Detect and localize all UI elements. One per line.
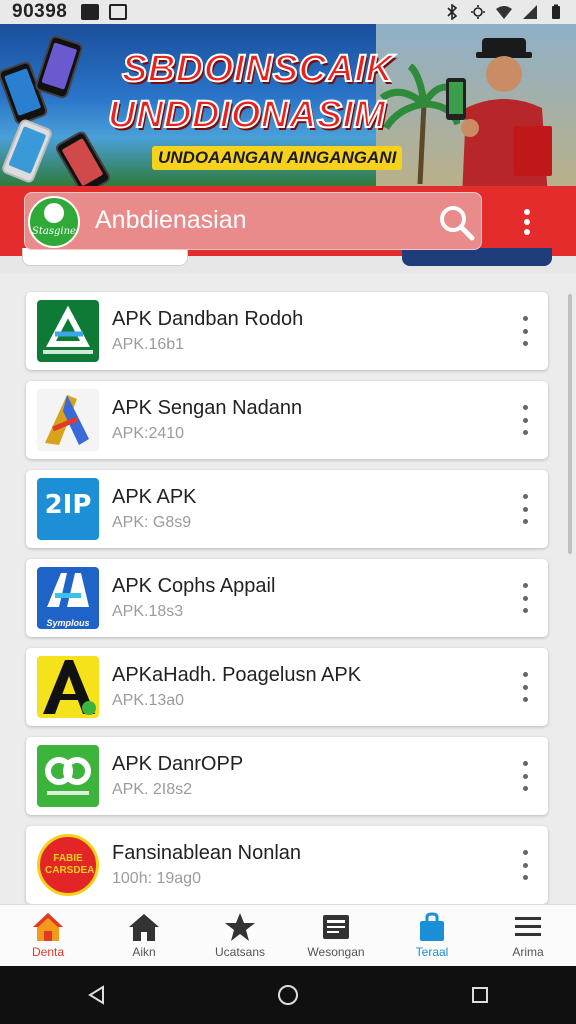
news-icon [323,915,349,939]
list-item[interactable]: APK Dandban Rodoh APK.16b1 [26,292,548,370]
status-bar: 90398 [0,0,576,24]
app-icon-label: Symplous [46,618,90,628]
app-version: APK:2410 [112,425,185,442]
app-version: APK.18s3 [112,603,184,620]
back-button[interactable] [76,975,116,1015]
more-vertical-icon[interactable] [520,850,530,880]
home-icon [33,913,63,941]
salesman-image [446,38,552,186]
image-notification-icon [109,4,128,20]
nav-item-wesongan[interactable]: Wesongan [288,905,384,966]
more-vertical-icon[interactable] [520,672,530,702]
recents-button[interactable] [460,975,500,1015]
nav-label: Ucatsans [214,945,266,959]
app-title: APK Sengan Nadann [112,397,303,419]
home-circle-icon [278,985,298,1005]
app-title: APK Dandban Rodoh [112,308,304,330]
app-icon: Symplous [37,567,99,629]
bottom-navigation: Denta Aikn Ucatsans Wesongan Teraal Arim… [0,904,576,966]
nav-item-denta[interactable]: Denta [0,905,96,966]
bluetooth-icon [447,4,458,20]
app-version: APK: G8s9 [112,514,192,531]
app-icon: 2IP [37,478,99,540]
app-title: Fansinablean Nonlan [112,842,302,864]
app-icon-label: FABIE CARSDEA [45,853,95,876]
list-item[interactable]: APKaHadh. Poagelusn APK APK.13a0 [26,648,548,726]
more-vertical-icon[interactable] [520,316,530,346]
vibrate-icon [471,5,485,19]
nav-label: Arima [512,945,544,959]
system-navigation-bar [0,966,576,1024]
notification-icon [81,4,100,20]
banner-title-line2: UNDDIONASIM [107,93,386,137]
status-time: 90398 [12,1,68,22]
list-item[interactable]: APK Sengan Nadann APK:2410 [26,381,548,459]
app-icon-glyph [47,573,89,607]
more-vertical-icon[interactable] [514,200,540,244]
app-icon [37,389,99,451]
list-item[interactable]: APK DanrOPP APK. 2I8s2 [26,737,548,815]
search-input[interactable]: Anbdienasian [95,206,247,235]
search-bar[interactable] [24,192,482,250]
list-item[interactable]: Symplous APK Cophs Appail APK.18s3 [26,559,548,637]
app-title: APKaHadh. Poagelusn APK [112,664,362,686]
nav-label: Aikn [132,945,156,959]
tab-left[interactable] [22,248,188,266]
app-title: APK APK [112,486,197,508]
more-vertical-icon[interactable] [520,405,530,435]
menu-icon [515,917,541,936]
app-list: APK Dandban Rodoh APK.16b1 APK Sengan Na… [0,274,576,904]
more-vertical-icon[interactable] [520,494,530,524]
recents-icon [472,987,488,1003]
app-version: APK.13a0 [112,692,185,709]
list-item[interactable]: 2IP APK APK APK: G8s9 [26,470,548,548]
phone-image [53,129,113,186]
app-title: APK DanrOPP [112,753,244,775]
app-title: APK Cophs Appail [112,575,276,597]
app-icon: FABIE CARSDEA [37,834,99,896]
more-vertical-icon[interactable] [520,583,530,613]
app-version: APK. 2I8s2 [112,781,193,798]
scrollbar[interactable] [568,294,572,554]
logo-text: Stasgine [32,226,76,237]
nav-item-teraal[interactable]: Teraal [384,905,480,966]
nav-item-aikn[interactable]: Aikn [96,905,192,966]
app-icon [37,300,99,362]
wifi-icon [496,6,512,19]
app-version: APK.16b1 [112,336,185,353]
banner-title-line1: SBDOINSCAIK [121,47,394,91]
battery-icon [552,4,560,19]
nav-label: Wesongan [307,945,365,959]
header-tabs [0,248,576,274]
back-icon [88,985,104,1005]
app-icon-label: 2IP [44,490,92,520]
promo-banner[interactable]: SBDOINSCAIK UNDDIONASIM UNDOAANGAN AINGA… [0,24,576,186]
search-icon[interactable] [432,198,480,246]
more-vertical-icon[interactable] [520,761,530,791]
leaf-icon [44,203,64,223]
signal-icon [523,5,537,19]
app-icon [37,656,99,718]
nav-item-arima[interactable]: Arima [480,905,576,966]
tab-right[interactable] [402,248,552,266]
list-item[interactable]: FABIE CARSDEA Fansinablean Nonlan 100h: … [26,826,548,904]
nav-label: Denta [31,945,65,959]
app-version: 100h: 19ag0 [112,870,201,887]
banner-subtitle: UNDOAANGAN AINGANGANI [152,146,403,170]
nav-item-ucatsans[interactable]: Ucatsans [192,905,288,966]
home-button[interactable] [268,975,308,1015]
app-icon [37,745,99,807]
house-icon [129,914,159,941]
nav-label: Teraal [415,945,449,959]
phone-image [0,117,54,185]
star-icon [225,913,255,941]
bag-icon [420,912,444,941]
phone-image [33,34,85,100]
